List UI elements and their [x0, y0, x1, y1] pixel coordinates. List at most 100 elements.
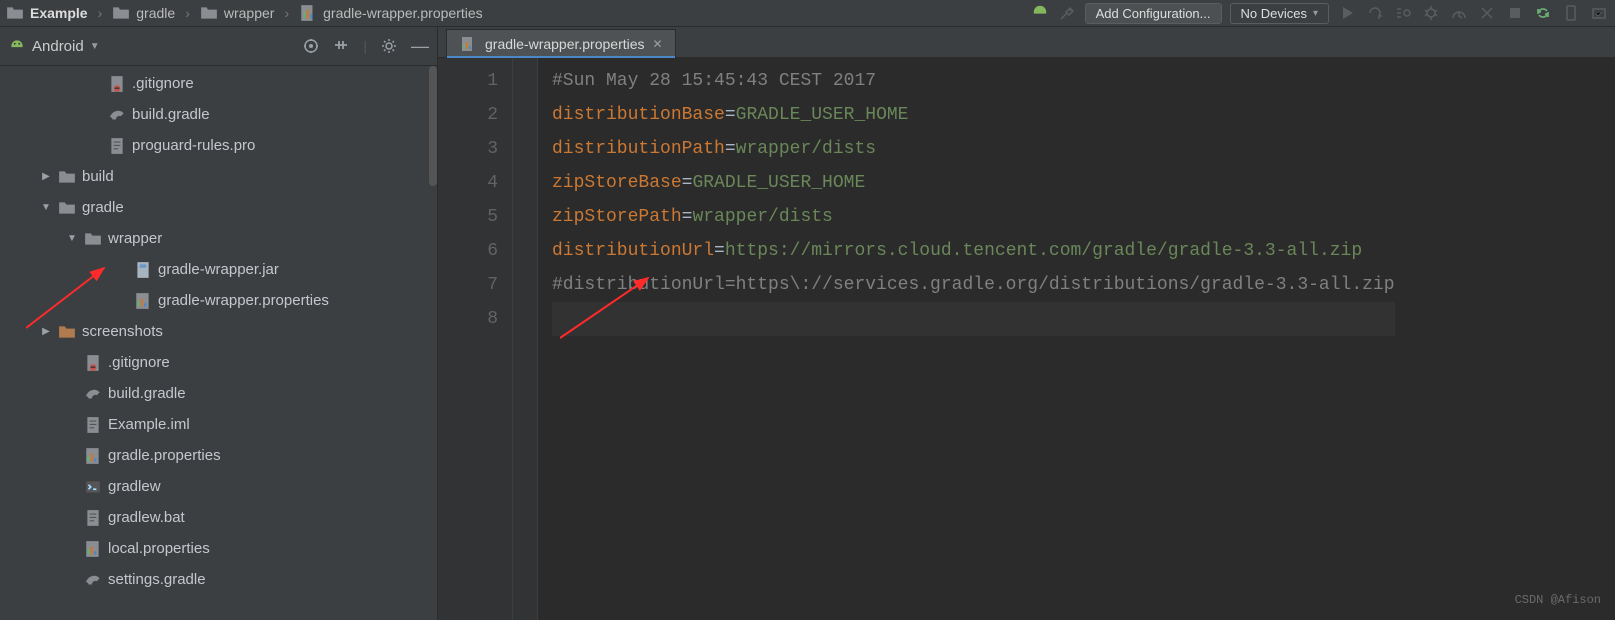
tree-item-label: build.gradle: [108, 385, 186, 402]
hide-panel-icon[interactable]: —: [411, 36, 429, 57]
expand-arrow-icon[interactable]: [66, 233, 78, 244]
tree-item[interactable]: build.gradle: [0, 378, 437, 409]
tree-item[interactable]: gradlew: [0, 471, 437, 502]
sdk-manager-icon[interactable]: [1589, 3, 1609, 23]
code-line[interactable]: #distributionUrl=https\://services.gradl…: [552, 268, 1395, 302]
code-content[interactable]: #Sun May 28 15:45:43 CEST 2017distributi…: [538, 58, 1395, 620]
tree-item[interactable]: Example.iml: [0, 409, 437, 440]
breadcrumb-root[interactable]: Example: [30, 5, 88, 21]
tree-item[interactable]: build: [0, 161, 437, 192]
line-number: 5: [438, 200, 498, 234]
folder-icon: [6, 4, 24, 22]
apply-code-icon[interactable]: [1393, 3, 1413, 23]
project-panel-header: Android ▼ | —: [0, 27, 437, 66]
tree-item[interactable]: .gitignore: [0, 68, 437, 99]
line-number: 1: [438, 64, 498, 98]
tree-item-label: .gitignore: [108, 354, 170, 371]
tree-item-label: gradle.properties: [108, 447, 221, 464]
profiler-icon[interactable]: [1449, 3, 1469, 23]
file-icon: [84, 354, 102, 372]
device-selector[interactable]: No Devices▾: [1230, 3, 1330, 24]
tree-item[interactable]: local.properties: [0, 533, 437, 564]
code-line[interactable]: distributionBase=GRADLE_USER_HOME: [552, 98, 1395, 132]
expand-arrow-icon[interactable]: [40, 202, 52, 213]
collapse-all-icon[interactable]: [333, 38, 349, 54]
line-number: 6: [438, 234, 498, 268]
file-icon: [108, 106, 126, 124]
tree-item[interactable]: wrapper: [0, 223, 437, 254]
expand-arrow-icon[interactable]: [40, 171, 52, 182]
file-icon: [84, 385, 102, 403]
line-number: 7: [438, 268, 498, 302]
file-icon: [84, 540, 102, 558]
code-line[interactable]: distributionUrl=https://mirrors.cloud.te…: [552, 234, 1395, 268]
breadcrumb-file[interactable]: gradle-wrapper.properties: [323, 5, 483, 21]
file-icon: [84, 478, 102, 496]
close-icon[interactable]: ✕: [653, 37, 663, 51]
editor: gradle-wrapper.properties ✕ 12345678 #Su…: [438, 27, 1615, 620]
android-icon: [8, 37, 26, 55]
properties-file-icon: [299, 4, 317, 22]
tree-item[interactable]: .gitignore: [0, 347, 437, 378]
tree-item[interactable]: gradle-wrapper.properties: [0, 285, 437, 316]
code-area[interactable]: 12345678 #Sun May 28 15:45:43 CEST 2017d…: [438, 58, 1615, 620]
breadcrumb-item[interactable]: gradle: [136, 5, 175, 21]
tree-item-label: .gitignore: [132, 75, 194, 92]
android-icon[interactable]: [1031, 4, 1049, 22]
avd-manager-icon[interactable]: [1561, 3, 1581, 23]
chevron-right-icon: ›: [98, 5, 103, 21]
file-icon: [108, 137, 126, 155]
tree-item-label: Example.iml: [108, 416, 190, 433]
editor-tabs: gradle-wrapper.properties ✕: [438, 27, 1615, 58]
chevron-right-icon: ›: [284, 5, 289, 21]
file-icon: [58, 323, 76, 341]
code-line[interactable]: zipStorePath=wrapper/dists: [552, 200, 1395, 234]
tree-item[interactable]: screenshots: [0, 316, 437, 347]
code-line[interactable]: zipStoreBase=GRADLE_USER_HOME: [552, 166, 1395, 200]
debug-icon[interactable]: [1421, 3, 1441, 23]
select-opened-file-icon[interactable]: [303, 38, 319, 54]
tree-item-label: screenshots: [82, 323, 163, 340]
toolbar-right: Add Configuration... No Devices▾: [1031, 3, 1609, 24]
run-icon[interactable]: [1337, 3, 1357, 23]
breadcrumb[interactable]: Example › gradle › wrapper › gradle-wrap…: [6, 4, 483, 22]
file-icon: [134, 292, 152, 310]
stop-icon[interactable]: [1505, 3, 1525, 23]
hammer-icon[interactable]: [1057, 3, 1077, 23]
tree-item[interactable]: gradlew.bat: [0, 502, 437, 533]
scrollbar-thumb[interactable]: [429, 66, 437, 186]
properties-file-icon: [459, 35, 477, 53]
tree-item[interactable]: gradle.properties: [0, 440, 437, 471]
tree-item[interactable]: settings.gradle: [0, 564, 437, 595]
tree-item-label: proguard-rules.pro: [132, 137, 255, 154]
code-line[interactable]: [552, 302, 1395, 336]
apply-changes-icon[interactable]: [1365, 3, 1385, 23]
folder-icon: [112, 4, 130, 22]
editor-tab[interactable]: gradle-wrapper.properties ✕: [446, 29, 676, 58]
tree-item[interactable]: gradle-wrapper.jar: [0, 254, 437, 285]
code-line[interactable]: distributionPath=wrapper/dists: [552, 132, 1395, 166]
top-toolbar: Example › gradle › wrapper › gradle-wrap…: [0, 0, 1615, 27]
project-view-selector[interactable]: Android ▼: [8, 37, 100, 55]
tab-label: gradle-wrapper.properties: [485, 36, 645, 52]
line-number: 2: [438, 98, 498, 132]
expand-arrow-icon[interactable]: [40, 326, 52, 337]
breadcrumb-item[interactable]: wrapper: [224, 5, 275, 21]
line-number: 3: [438, 132, 498, 166]
project-tool-window: Android ▼ | — .gitignore build.gradle prog…: [0, 27, 438, 620]
code-line[interactable]: #Sun May 28 15:45:43 CEST 2017: [552, 64, 1395, 98]
tree-item[interactable]: build.gradle: [0, 99, 437, 130]
tree-item[interactable]: proguard-rules.pro: [0, 130, 437, 161]
project-tree[interactable]: .gitignore build.gradle proguard-rules.pro…: [0, 66, 437, 620]
tree-item-label: gradle: [82, 199, 124, 216]
file-icon: [84, 230, 102, 248]
file-icon: [84, 416, 102, 434]
tree-item-label: gradlew.bat: [108, 509, 185, 526]
tree-item[interactable]: gradle: [0, 192, 437, 223]
sync-icon[interactable]: [1533, 3, 1553, 23]
gear-icon[interactable]: [381, 38, 397, 54]
tree-item-label: gradlew: [108, 478, 161, 495]
add-configuration-button[interactable]: Add Configuration...: [1085, 3, 1222, 24]
attach-debugger-icon[interactable]: [1477, 3, 1497, 23]
line-number: 8: [438, 302, 498, 336]
